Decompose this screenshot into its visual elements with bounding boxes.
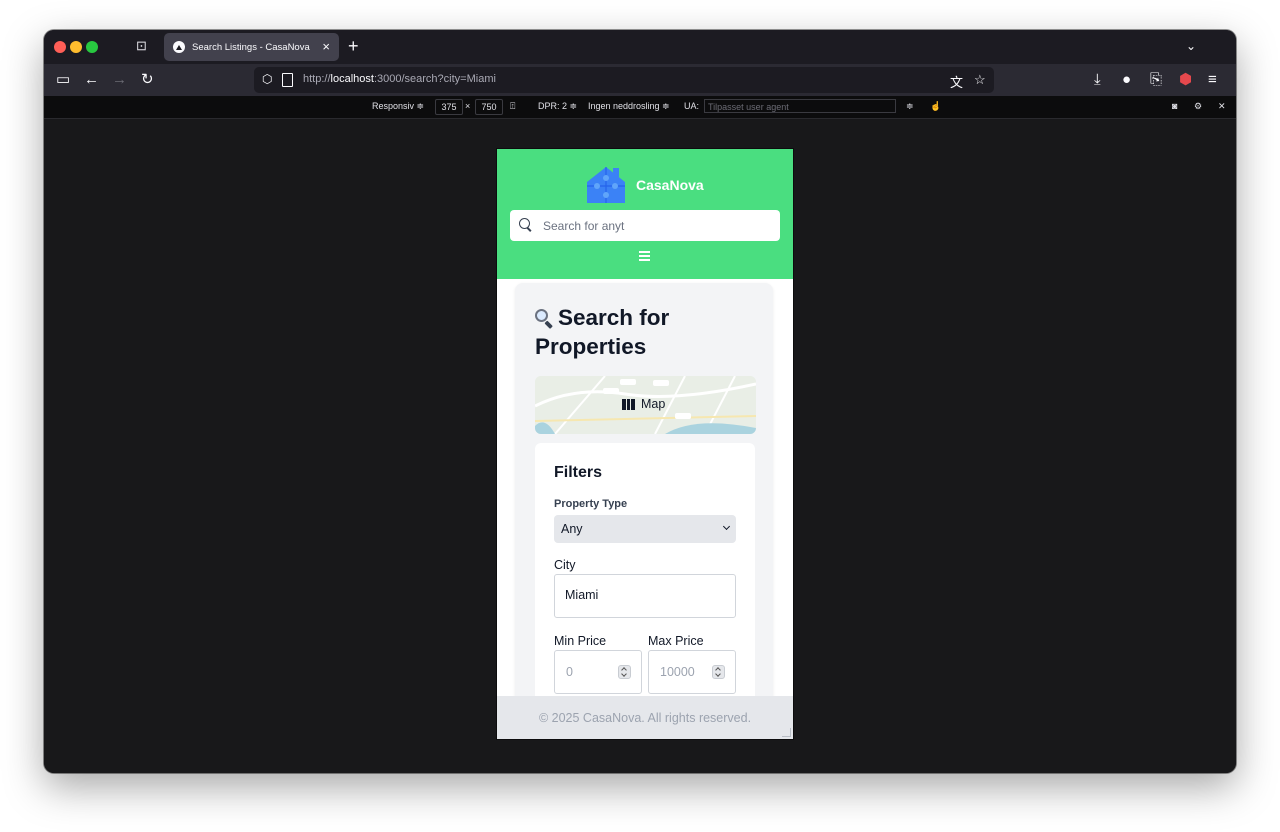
touch-simulation-icon[interactable]: ☝ bbox=[930, 101, 941, 112]
filters-panel: Filters Property Type Any City Miami Min… bbox=[535, 443, 755, 703]
favicon-icon bbox=[173, 41, 185, 53]
filters-title: Filters bbox=[554, 464, 603, 481]
city-input[interactable]: Miami bbox=[554, 574, 736, 618]
sidebar-icon[interactable]: ▭ bbox=[56, 70, 70, 90]
map-button[interactable]: Map bbox=[535, 376, 756, 434]
new-tab-button[interactable]: + bbox=[348, 37, 359, 55]
footer-text: © 2025 CasaNova. All rights reserved. bbox=[538, 711, 752, 725]
extensions-icon[interactable]: ⎘ bbox=[1150, 70, 1162, 90]
download-icon[interactable]: ⤓ bbox=[1094, 70, 1101, 90]
tab-list-icon[interactable]: ⊡ bbox=[136, 39, 150, 53]
navigation-bar: ▭ ← → ↻ ⬡ http://localhost:3000/search?c… bbox=[44, 64, 1236, 96]
max-price-input[interactable]: 10000 bbox=[648, 650, 736, 694]
city-value: Miami bbox=[565, 588, 599, 602]
menu-icon[interactable]: ≡ bbox=[1208, 70, 1217, 90]
account-icon[interactable]: ● bbox=[1122, 70, 1131, 90]
number-spinner-icon[interactable] bbox=[618, 665, 631, 679]
tab-search-listings[interactable]: Search Listings - CasaNova × bbox=[164, 33, 339, 61]
viewport-area: CasaNova Search for Properties bbox=[44, 119, 1236, 773]
site-header: CasaNova bbox=[497, 149, 793, 279]
search-input[interactable] bbox=[543, 210, 773, 241]
dimension-separator: × bbox=[465, 101, 471, 111]
device-viewport: CasaNova Search for Properties bbox=[497, 149, 793, 739]
max-price-placeholder: 10000 bbox=[660, 665, 695, 679]
min-price-placeholder: 0 bbox=[566, 665, 573, 679]
hamburger-menu-icon[interactable] bbox=[639, 251, 651, 262]
user-agent-input[interactable]: Tilpasset user agent bbox=[704, 99, 896, 113]
map-label[interactable]: Map bbox=[622, 397, 665, 411]
resize-handle[interactable] bbox=[782, 728, 791, 737]
ua-label: UA: bbox=[684, 101, 700, 111]
max-price-label: Max Price bbox=[648, 634, 704, 648]
min-price-input[interactable]: 0 bbox=[554, 650, 642, 694]
throttle-selector[interactable]: Ingen neddrosling ≑ bbox=[588, 101, 670, 112]
rotate-icon[interactable]: ⍐ bbox=[510, 101, 515, 112]
settings-gear-icon[interactable]: ⚙ bbox=[1194, 101, 1202, 112]
search-card: Search for Properties Map Filters Proper… bbox=[515, 283, 773, 703]
maximize-window-button[interactable] bbox=[86, 41, 98, 53]
ublock-icon[interactable]: ⬢ bbox=[1179, 70, 1192, 90]
browser-window: ⊡ Search Listings - CasaNova × + ⌄ ▭ ← →… bbox=[44, 30, 1236, 773]
shield-icon[interactable]: ⬡ bbox=[262, 72, 272, 86]
url-bar[interactable]: ⬡ http://localhost:3000/search?city=Miam… bbox=[254, 67, 994, 93]
city-label: City bbox=[554, 558, 576, 572]
reload-icon[interactable]: ↻ bbox=[141, 70, 154, 90]
viewport-height-input[interactable]: 750 bbox=[475, 99, 503, 115]
screenshot-icon[interactable]: ◙ bbox=[1172, 101, 1177, 111]
min-price-label: Min Price bbox=[554, 634, 607, 648]
property-type-select[interactable]: Any bbox=[554, 515, 736, 543]
back-icon[interactable]: ← bbox=[84, 70, 99, 90]
search-icon bbox=[519, 218, 530, 229]
brand-name[interactable]: CasaNova bbox=[636, 177, 704, 193]
url-text[interactable]: http://localhost:3000/search?city=Miami bbox=[303, 73, 496, 85]
chevron-down-icon bbox=[722, 522, 731, 531]
translate-icon[interactable]: 文 bbox=[950, 72, 963, 91]
close-window-button[interactable] bbox=[54, 41, 66, 53]
map-icon bbox=[622, 398, 635, 410]
property-type-label: Property Type bbox=[554, 498, 628, 510]
magnifying-glass-icon bbox=[535, 309, 553, 327]
page-title: Search for Properties bbox=[535, 305, 670, 359]
tab-close-icon[interactable]: × bbox=[322, 39, 330, 55]
dpr-selector[interactable]: DPR: 2 ≑ bbox=[538, 101, 577, 112]
number-spinner-icon[interactable] bbox=[712, 665, 725, 679]
device-selector[interactable]: Responsiv ≑ bbox=[372, 101, 424, 112]
main-content: Search for Properties Map Filters Proper… bbox=[497, 279, 793, 703]
viewport-width-input[interactable]: 375 bbox=[435, 99, 463, 115]
forward-icon[interactable]: → bbox=[112, 70, 127, 90]
house-puzzle-logo-icon[interactable] bbox=[585, 162, 627, 204]
responsive-design-toolbar: Responsiv ≑ 375 × 750 ⍐ DPR: 2 ≑ Ingen n… bbox=[44, 96, 1236, 119]
property-type-value: Any bbox=[561, 522, 583, 536]
tab-bar: ⊡ Search Listings - CasaNova × + ⌄ bbox=[44, 30, 1236, 64]
close-rdm-icon[interactable]: ✕ bbox=[1218, 101, 1226, 112]
bookmark-star-icon[interactable]: ☆ bbox=[974, 72, 986, 88]
site-footer: © 2025 CasaNova. All rights reserved. bbox=[497, 696, 793, 739]
tab-title: Search Listings - CasaNova bbox=[192, 41, 310, 53]
site-search[interactable] bbox=[510, 210, 780, 241]
ua-dropdown-arrow[interactable]: ≑ bbox=[906, 101, 914, 112]
page-icon bbox=[282, 73, 293, 87]
chevron-down-icon[interactable]: ⌄ bbox=[1186, 39, 1196, 53]
minimize-window-button[interactable] bbox=[70, 41, 82, 53]
